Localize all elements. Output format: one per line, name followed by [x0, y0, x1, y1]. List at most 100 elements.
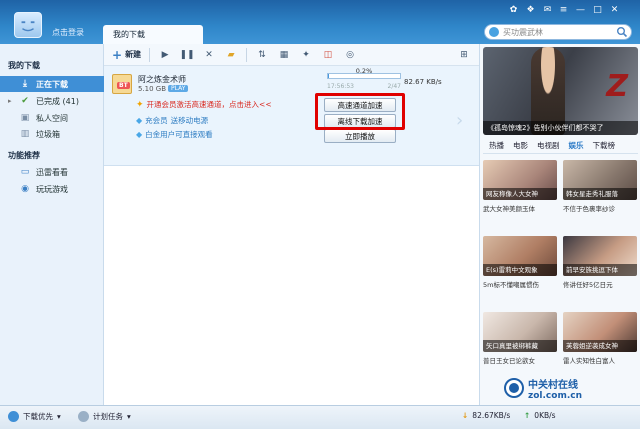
arrow-down-icon: ↓: [462, 411, 469, 420]
search-icon[interactable]: [616, 26, 628, 38]
sidebar: 我的下载 ⤓ 正在下载 ▸ ✔ 已完成 (41) ▣ 私人空间 ▥ 垃圾箱 功能…: [0, 44, 104, 405]
video-card[interactable]: 芙蓉姐逆袭成女神 雷人实知性白富人: [563, 312, 637, 374]
expand-arrow-icon[interactable]: ▸: [8, 97, 14, 105]
sidebar-item-private-space[interactable]: ▣ 私人空间: [0, 110, 104, 126]
right-panel: Z 《孤岛惊魂2》告别小伙伴们都不哭了 热播 电影 电视剧 娱乐 下载榜 网友称…: [479, 44, 640, 405]
settings-icon[interactable]: ✦: [299, 47, 313, 63]
close-icon[interactable]: ✕: [609, 3, 620, 17]
video-card[interactable]: 矢口真里被绑裤藏 普日王女已论欲女: [483, 312, 557, 374]
diamond-icon: ◆: [136, 130, 143, 139]
status-bar: 下载优先 ▾ 计划任务 ▾ ↓ 82.67KB/s ↑ 0KB/s: [0, 405, 640, 429]
task-row[interactable]: BT 阿之炼金术师 5.10 GB PLAY ✦ 开通会员激活高速通道，点击进入…: [104, 66, 479, 166]
video-subtitle[interactable]: 武大女神美颜玉体: [483, 203, 557, 213]
tab-movie[interactable]: 电影: [513, 140, 528, 153]
video-subtitle[interactable]: 雷人实知性白富人: [563, 355, 637, 365]
toolbar-divider: [149, 47, 151, 62]
video-thumbnail: 矢口真里被绑裤藏: [483, 312, 557, 352]
sidebar-item-xunlei-kankan[interactable]: ▭ 迅雷看看: [0, 164, 104, 180]
search-logo-icon: [489, 27, 499, 37]
check-icon: ✔: [21, 96, 29, 106]
video-subtitle[interactable]: 不信于色裹率纱诊: [563, 203, 637, 213]
sort-icon[interactable]: ⇅: [255, 47, 269, 63]
maximize-icon[interactable]: □: [592, 3, 603, 17]
tab-entertainment[interactable]: 娱乐: [569, 140, 584, 153]
sidebar-item-label: 迅雷看看: [36, 167, 68, 177]
play-badge[interactable]: PLAY: [168, 85, 189, 92]
priority-icon: [8, 411, 19, 422]
video-caption: 网友称像人大女神: [483, 188, 557, 200]
download-speed-indicator: ↓ 82.67KB/s: [462, 411, 510, 420]
platinum-hint[interactable]: ◆ 白金用户可直接观看: [136, 129, 213, 140]
video-thumbnail: 芙蓉姐逆袭成女神: [563, 312, 637, 352]
video-thumbnail: E(s)雷莉中文观象: [483, 236, 557, 276]
video-thumbnail: 韩女星走秀礼服落: [563, 160, 637, 200]
title-bar: 点击登录 我的下载 ✿ ❖ ✉ ≡ — □ ✕ 买功震武林: [0, 0, 640, 44]
video-subtitle[interactable]: 普日王女已论欲女: [483, 355, 557, 365]
search-box[interactable]: 买功震武林: [484, 24, 632, 40]
chevron-down-icon: ▾: [127, 412, 131, 421]
video-thumbnail: 网友称像人大女神: [483, 160, 557, 200]
message-icon[interactable]: ✉: [542, 3, 553, 17]
tab-hot[interactable]: 热播: [489, 140, 504, 153]
progress-bar: [327, 73, 401, 79]
play-now-button[interactable]: 立即播放: [324, 129, 396, 143]
vip-star-icon: ✦: [136, 99, 144, 110]
video-subtitle[interactable]: 佟讲任好5亿日元: [563, 279, 637, 289]
video-card[interactable]: 前早安族挑逗下体 佟讲任好5亿日元: [563, 236, 637, 298]
pause-icon[interactable]: ❚❚: [180, 47, 195, 63]
menu-icon[interactable]: ≡: [558, 3, 569, 17]
tv-icon: ▭: [20, 167, 30, 177]
vip-hint[interactable]: ✦ 开通会员激活高速通道，点击进入<<: [136, 99, 272, 110]
video-caption: 矢口真里被绑裤藏: [483, 340, 557, 352]
sidebar-item-trash[interactable]: ▥ 垃圾箱: [0, 126, 104, 142]
main-area: + 新建 ▶ ❚❚ ✕ ▰ ⇅ ▦ ✦ ◫ ◎ ⊞ BT 阿之炼金术师 5.10 …: [104, 44, 479, 405]
toolbar: + 新建 ▶ ❚❚ ✕ ▰ ⇅ ▦ ✦ ◫ ◎ ⊞: [104, 44, 479, 66]
login-link[interactable]: 点击登录: [52, 27, 84, 38]
eta-left: 17:56:53: [327, 83, 354, 90]
window-controls: ≡ — □ ✕: [558, 3, 620, 17]
download-speed: 82.67 KB/s: [404, 78, 442, 86]
priority-label: 下载优先: [23, 412, 53, 421]
tab-my-downloads[interactable]: 我的下载: [103, 25, 203, 44]
grid-view-icon[interactable]: ⊞: [457, 47, 471, 63]
plugin-icon[interactable]: ❖: [525, 3, 536, 17]
sidebar-item-games[interactable]: ◉ 玩玩游戏: [0, 181, 104, 197]
hero-caption: 《孤岛惊魂2》告别小伙伴们都不哭了: [483, 121, 638, 135]
zol-logo-icon: [504, 378, 524, 398]
eta-right: 2/47: [387, 83, 401, 90]
section-featured: 功能推荐: [8, 151, 40, 160]
minimize-icon[interactable]: —: [575, 3, 586, 17]
sidebar-item-label: 玩玩游戏: [36, 184, 68, 194]
start-icon[interactable]: ▶: [158, 47, 172, 63]
open-folder-icon[interactable]: ▰: [224, 47, 238, 63]
new-task-button[interactable]: + 新建: [112, 47, 141, 63]
search-input[interactable]: 买功震武林: [503, 27, 616, 38]
tab-download-chart[interactable]: 下载榜: [593, 140, 616, 153]
game-icon[interactable]: ◎: [343, 47, 357, 63]
hero-banner[interactable]: Z 《孤岛惊魂2》告别小伙伴们都不哭了: [483, 47, 638, 135]
tab-tv[interactable]: 电视剧: [537, 140, 560, 153]
status-up-speed: 0KB/s: [534, 411, 556, 420]
zol-watermark: 中关村在线 zol.com.cn: [504, 374, 636, 402]
schedule-button[interactable]: 计划任务 ▾: [78, 411, 131, 422]
delete-icon[interactable]: ✕: [202, 47, 216, 63]
avatar[interactable]: [14, 12, 42, 38]
points-hint[interactable]: ◆ 充会员 送移动电源: [136, 115, 208, 126]
toolbar-divider: [246, 47, 248, 62]
panel-tabs: 热播 电影 电视剧 娱乐 下载榜: [483, 140, 638, 154]
video-card[interactable]: E(s)雷莉中文观象 5m标不懂嘲属惯伤: [483, 236, 557, 298]
video-card[interactable]: 网友称像人大女神 武大女神美颜玉体: [483, 160, 557, 222]
sidebar-item-completed[interactable]: ▸ ✔ 已完成 (41): [0, 93, 104, 109]
download-priority-button[interactable]: 下载优先 ▾: [8, 411, 61, 422]
sidebar-item-downloading[interactable]: ⤓ 正在下载: [0, 76, 104, 92]
theme-icon[interactable]: ◫: [321, 47, 335, 63]
avatar-face-icon: [21, 21, 35, 32]
watermark-cn: 中关村在线: [528, 379, 578, 391]
video-card[interactable]: 韩女星走秀礼服落 不信于色裹率纱诊: [563, 160, 637, 222]
detail-icon[interactable]: ▦: [277, 47, 291, 63]
skin-icon[interactable]: ✿: [508, 3, 519, 17]
status-down-speed: 82.67KB/s: [472, 411, 511, 420]
video-subtitle[interactable]: 5m标不懂嘲属惯伤: [483, 279, 557, 289]
chevron-right-icon[interactable]: ›: [456, 110, 463, 131]
sidebar-item-label: 私人空间: [36, 113, 68, 123]
